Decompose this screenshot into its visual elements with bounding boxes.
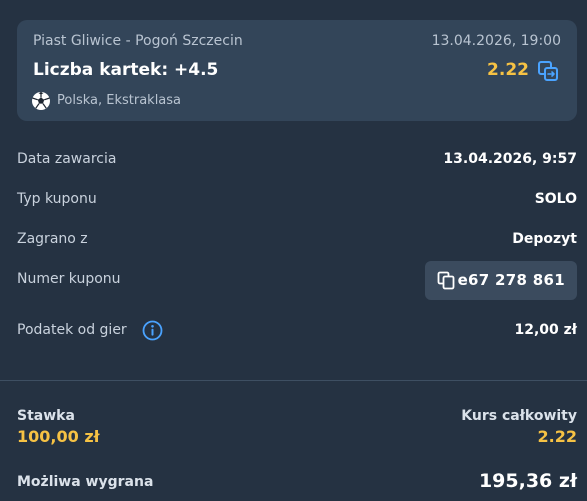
- total-odds-value: 2.22: [537, 427, 577, 446]
- event-datetime: 13.04.2026, 19:00: [431, 33, 561, 49]
- stake-value: 100,00 zł: [17, 427, 100, 446]
- coupon-number: e67 278 861: [457, 271, 565, 289]
- swap-icon[interactable]: [537, 60, 559, 82]
- source-value: Depozyt: [512, 231, 577, 247]
- copy-coupon-number-button[interactable]: e67 278 861: [425, 261, 577, 300]
- number-label: Numer kuponu: [17, 271, 121, 287]
- copy-icon: [437, 271, 455, 290]
- info-icon[interactable]: [142, 320, 163, 341]
- tax-label: Podatek od gier: [17, 322, 127, 338]
- divider: [0, 380, 587, 381]
- row-source: Zagrano z Depozyt: [17, 228, 577, 252]
- row-tax: Podatek od gier 12,00 zł: [17, 319, 577, 343]
- type-label: Typ kuponu: [17, 191, 97, 207]
- event-league: Polska, Ekstraklasa: [57, 93, 182, 108]
- stake-label: Stawka: [17, 408, 75, 424]
- possible-win-value: 195,36 zł: [478, 470, 577, 492]
- soccer-ball-icon: [32, 92, 50, 110]
- event-market: Liczba kartek: +4.5: [33, 60, 219, 80]
- total-odds-label: Kurs całkowity: [461, 408, 577, 424]
- event-odds: 2.22: [487, 60, 529, 80]
- row-type: Typ kuponu SOLO: [17, 188, 577, 212]
- date-label: Data zawarcia: [17, 151, 117, 167]
- event-teams[interactable]: Piast Gliwice - Pogoń Szczecin: [33, 33, 243, 49]
- source-label: Zagrano z: [17, 231, 88, 247]
- type-value: SOLO: [534, 191, 577, 207]
- tax-value: 12,00 zł: [514, 322, 577, 338]
- possible-win-label: Możliwa wygrana: [17, 474, 154, 490]
- event-card: Piast Gliwice - Pogoń Szczecin 13.04.202…: [17, 20, 577, 121]
- row-date: Data zawarcia 13.04.2026, 9:57: [17, 148, 577, 172]
- date-value: 13.04.2026, 9:57: [443, 151, 577, 167]
